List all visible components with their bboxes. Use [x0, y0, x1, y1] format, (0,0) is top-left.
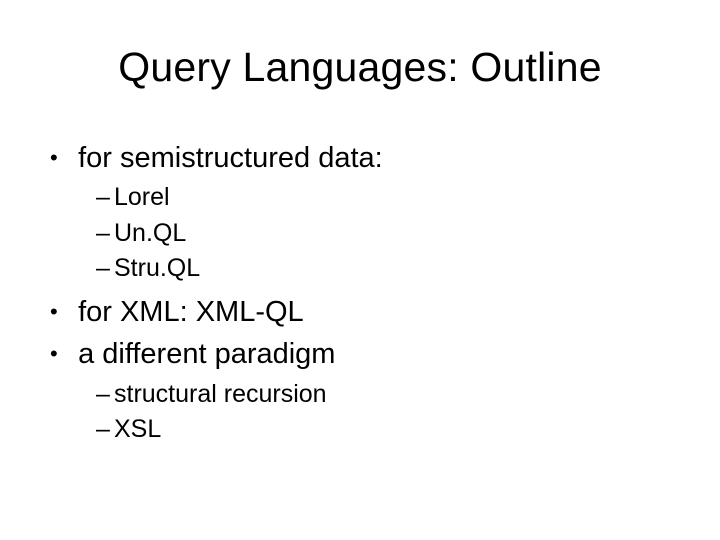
sub-bullet-text: Un.QL: [114, 219, 186, 247]
sub-bullet-text: Lorel: [114, 183, 170, 211]
bullet-list: for semistructured data: Lorel Un.QL Str…: [54, 140, 680, 445]
sub-bullet-list: structural recursion XSL: [54, 379, 680, 446]
bullet-text: a different paradigm: [78, 338, 335, 370]
sub-bullet-text: XSL: [114, 415, 161, 443]
slide: Query Languages: Outline for semistructu…: [0, 0, 720, 540]
sub-bullet-text: structural recursion: [114, 380, 327, 408]
sub-bullet-item: Stru.QL: [98, 253, 680, 284]
sub-bullet-text: Stru.QL: [114, 254, 200, 282]
sub-bullet-item: XSL: [98, 414, 680, 445]
slide-body: for semistructured data: Lorel Un.QL Str…: [54, 140, 680, 455]
sub-bullet-list: Lorel Un.QL Stru.QL: [54, 182, 680, 284]
bullet-text: for XML: XML-QL: [78, 296, 304, 328]
sub-bullet-item: Lorel: [98, 182, 680, 213]
sub-bullet-item: structural recursion: [98, 379, 680, 410]
bullet-item: for XML: XML-QL: [54, 294, 680, 330]
bullet-text: for semistructured data:: [78, 142, 383, 174]
bullet-item: a different paradigm structural recursio…: [54, 336, 680, 445]
sub-bullet-item: Un.QL: [98, 218, 680, 249]
bullet-item: for semistructured data: Lorel Un.QL Str…: [54, 140, 680, 284]
slide-title: Query Languages: Outline: [0, 44, 720, 91]
